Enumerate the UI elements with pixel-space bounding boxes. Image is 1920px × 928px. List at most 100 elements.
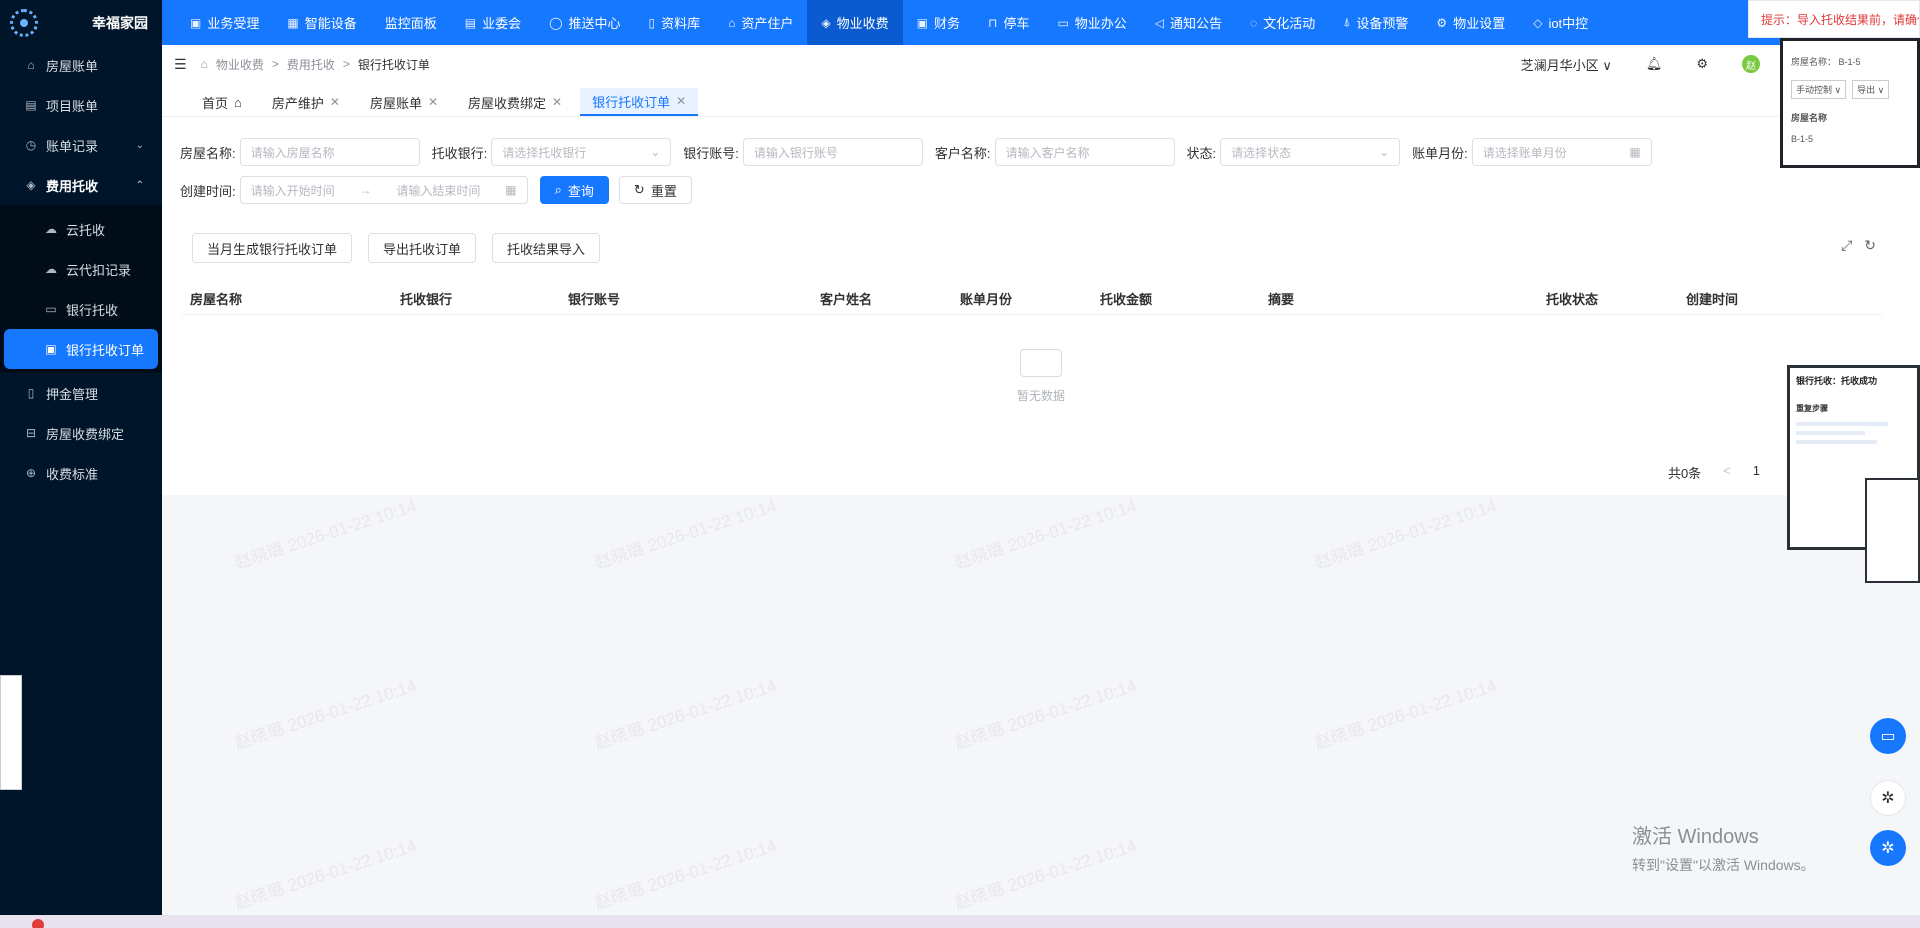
- topnav-culture[interactable]: ◌ 文化活动: [1236, 0, 1329, 45]
- sidebar-item-fee-standard[interactable]: ⊕ 收费标准: [0, 453, 162, 493]
- bug-icon: ✲: [1881, 840, 1895, 857]
- status-label: 状态:: [1186, 145, 1217, 161]
- preview-window-1[interactable]: 房屋名称： B-1-5 手动控制 ∨ 导出 ∨ 房屋名称 B-1-5: [1780, 38, 1920, 168]
- bell-icon[interactable]: 🔔︎: [1646, 56, 1663, 72]
- sidebar-item-deposit[interactable]: ▯ 押金管理: [0, 373, 162, 413]
- export-orders-button[interactable]: 导出托收订单: [368, 233, 477, 263]
- tab-house-bill[interactable]: 房屋账单 ✕: [358, 88, 450, 116]
- tab-label: 房产维护: [271, 95, 324, 111]
- sidebar-item-label: 云托收: [66, 222, 106, 238]
- account-input[interactable]: 请输入银行账号: [742, 138, 923, 166]
- topnav-parking[interactable]: ⊓ 停车: [974, 0, 1043, 45]
- sidebar-item-bill-records[interactable]: ◷ 账单记录 ⌄: [0, 125, 162, 165]
- import-results-button[interactable]: 托收结果导入: [492, 233, 601, 263]
- topnav-label: 设备预警: [1356, 16, 1409, 31]
- gear-icon[interactable]: ⚙: [1696, 56, 1708, 72]
- topnav-business[interactable]: ▣ 业务受理: [176, 0, 273, 45]
- topnav-office[interactable]: ▭ 物业办公: [1043, 0, 1140, 45]
- bug-icon: ✲: [1881, 790, 1895, 807]
- close-icon[interactable]: ✕: [552, 95, 562, 109]
- refresh-icon[interactable]: ↻: [1864, 237, 1876, 254]
- tab-bank-orders[interactable]: 银行托收订单 ✕: [580, 88, 699, 116]
- sidebar-item-bank-orders[interactable]: ▣ 银行托收订单: [4, 329, 158, 369]
- tab-label: 首页: [202, 95, 229, 111]
- close-icon[interactable]: ✕: [676, 94, 686, 108]
- search-icon: ⌕: [554, 182, 562, 197]
- shield-icon: ◈: [26, 178, 36, 192]
- tab-property-maintenance[interactable]: 房产维护 ✕: [260, 88, 352, 116]
- topnav-label: 物业办公: [1074, 16, 1127, 31]
- tab-label: 银行托收订单: [592, 94, 671, 110]
- prev-page-button[interactable]: <: [1723, 463, 1731, 482]
- page-number[interactable]: 1: [1753, 463, 1760, 482]
- preview-window-3[interactable]: [1865, 478, 1920, 583]
- sidebar-item-house-bill[interactable]: ⌂ 房屋账单: [0, 45, 162, 85]
- close-icon[interactable]: ✕: [330, 95, 340, 109]
- topnav-library[interactable]: ▯ 资料库: [635, 0, 715, 45]
- watermark-text: 赵晓璐 2026-01-22 10:14: [592, 836, 779, 913]
- breadcrumb-level-2[interactable]: 费用托收: [287, 56, 335, 73]
- deposit-icon: ▯: [27, 386, 35, 400]
- list-icon: ▤: [25, 98, 37, 112]
- gear-icon: ⚙: [1436, 15, 1448, 30]
- topnav-finance[interactable]: ▣ 财务: [903, 0, 974, 45]
- monitor-icon: ▭: [1057, 15, 1069, 30]
- topnav-label: 资产住户: [741, 16, 794, 31]
- video-button[interactable]: ▭: [1870, 718, 1906, 754]
- query-label: 查询: [567, 183, 594, 199]
- sidebar-item-cloud-deduct[interactable]: ☁ 云代扣记录: [0, 249, 162, 289]
- topnav-assets[interactable]: ⌂ 资产住户: [714, 0, 807, 45]
- bug-button[interactable]: ✲: [1870, 780, 1906, 816]
- topnav-label: 通知公告: [1170, 16, 1223, 31]
- topnav-alerts[interactable]: ⍋ 设备预警: [1329, 0, 1422, 45]
- tab-home[interactable]: 首页 ⌂: [190, 88, 254, 116]
- notification-dot[interactable]: [32, 919, 44, 928]
- sidebar-item-label: 项目账单: [46, 98, 99, 114]
- community-selector[interactable]: 芝澜月华小区 ∨: [1521, 55, 1612, 74]
- topnav-devices[interactable]: ▦ 智能设备: [273, 0, 370, 45]
- topnav-committee[interactable]: ▤ 业委会: [451, 0, 535, 45]
- breadcrumb-level-1[interactable]: 物业收费: [216, 56, 264, 73]
- avatar[interactable]: 赵: [1742, 55, 1760, 73]
- sidebar-item-label: 云代扣记录: [66, 262, 132, 278]
- header-bar: ☰ ⌂ 物业收费 > 费用托收 > 银行托收订单 芝澜月华小区 ∨ 🔔︎ ⚙ 赵: [162, 45, 1920, 83]
- sidebar-submenu: ☁ 云托收 ☁ 云代扣记录 ▭ 银行托收 ▣ 银行托收订单: [0, 205, 162, 373]
- chevron-down-icon: ∨: [1602, 57, 1612, 73]
- generate-orders-button[interactable]: 当月生成银行托收订单: [192, 233, 353, 263]
- status-select[interactable]: 请选择状态 ⌄: [1220, 138, 1401, 166]
- sidebar-item-bank-collection[interactable]: ▭ 银行托收: [0, 289, 162, 329]
- menu-toggle-icon[interactable]: ☰: [174, 56, 187, 73]
- created-range-picker[interactable]: 请输入开始时间 → 请输入结束时间 ▦: [239, 176, 528, 204]
- topnav-iot[interactable]: ◇ iot中控: [1519, 0, 1602, 45]
- fullscreen-icon[interactable]: ⤢: [1841, 237, 1852, 254]
- tab-house-fee-binding[interactable]: 房屋收费绑定 ✕: [456, 88, 574, 116]
- house-name-input[interactable]: 请输入房屋名称: [239, 138, 420, 166]
- topnav-notice[interactable]: ◁ 通知公告: [1141, 0, 1236, 45]
- activation-subtitle: 转到"设置"以激活 Windows。: [1632, 857, 1815, 873]
- topnav-property-fees[interactable]: ◈ 物业收费: [807, 0, 903, 45]
- chat-icon: ◯: [549, 15, 563, 30]
- topnav-label: 业务受理: [207, 16, 260, 31]
- sidebar-item-project-bill[interactable]: ▤ 项目账单: [0, 85, 162, 125]
- bug-report-button[interactable]: ✲: [1870, 830, 1906, 866]
- close-icon[interactable]: ✕: [428, 95, 438, 109]
- bank-select[interactable]: 请选择托收银行 ⌄: [491, 138, 672, 166]
- topnav-push[interactable]: ◯ 推送中心: [535, 0, 634, 45]
- home-icon[interactable]: ⌂: [201, 57, 208, 71]
- side-thumbnail[interactable]: [0, 675, 22, 790]
- sidebar-item-house-fee-binding[interactable]: ⊟ 房屋收费绑定: [0, 413, 162, 453]
- document-icon: ▯: [648, 15, 656, 30]
- sidebar: 幸福家园 ⌂ 房屋账单 ▤ 项目账单 ◷ 账单记录 ⌄ ◈ 费用托收 ⌃ ☁ 云…: [0, 0, 162, 915]
- bill-month-picker[interactable]: 请选择账单月份 ▦: [1471, 138, 1652, 166]
- customer-input[interactable]: 请输入客户名称: [994, 138, 1175, 166]
- topnav-monitor[interactable]: 监控面板: [371, 0, 451, 45]
- table-header: 房屋名称 托收银行 银行账号 客户姓名 账单月份 托收金额 摘要 托收状态 创建…: [182, 283, 1882, 315]
- empty-box-icon: [1020, 349, 1062, 377]
- sidebar-item-fee-collection[interactable]: ◈ 费用托收 ⌃: [0, 165, 162, 205]
- query-button[interactable]: ⌕ 查询: [539, 176, 609, 204]
- order-icon: ▣: [45, 342, 57, 356]
- sidebar-item-cloud-collection[interactable]: ☁ 云托收: [0, 209, 162, 249]
- reset-button[interactable]: ↻ 重置: [618, 176, 692, 204]
- topnav-settings[interactable]: ⚙ 物业设置: [1422, 0, 1519, 45]
- action-bar: 当月生成银行托收订单 导出托收订单 托收结果导入: [192, 233, 606, 263]
